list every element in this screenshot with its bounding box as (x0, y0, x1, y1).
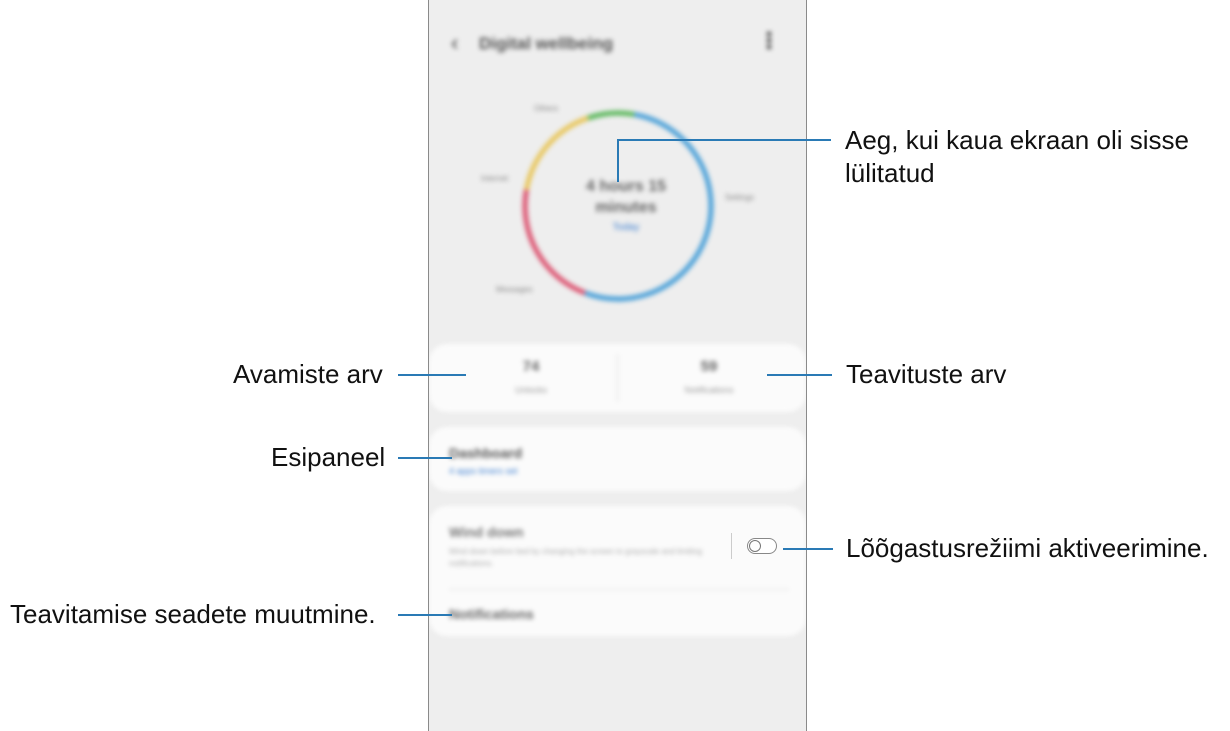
callout-line-notifications (767, 374, 832, 376)
notifications-stat[interactable]: 59 Notifications (629, 358, 789, 395)
ring-label-internet: Internet (481, 174, 509, 183)
unlocks-value: 74 (522, 358, 540, 375)
unlocks-label: Unlocks (514, 385, 547, 395)
callout-line-screen-time-vertical (617, 140, 619, 182)
screen-time-line2: minutes (595, 199, 657, 216)
notifications-label: Notifications (684, 385, 734, 395)
dashboard-subtitle: 4 apps timers set (449, 466, 518, 476)
callout-notification-settings: Teavitamise seadete muutmine. (10, 599, 376, 629)
dashboard-title: Dashboard (449, 445, 523, 461)
callout-line-unlocks (398, 374, 466, 376)
stats-divider (617, 354, 618, 402)
wind-down-toggle[interactable] (747, 538, 777, 554)
screen-time-line1: 4 hours 15 (585, 178, 667, 195)
callout-screen-time: Aeg, kui kaua ekraan oli sisse lülitatud (845, 124, 1189, 190)
callout-dashboard: Esipaneel (271, 442, 386, 472)
callout-line-notification-settings (398, 614, 452, 616)
callout-notifications: Teavituste arv (846, 359, 1007, 389)
ring-segment (587, 110, 635, 121)
ring-label-others: Others (534, 104, 559, 113)
wind-down-controls (429, 506, 806, 636)
ring-label-settings: Settings (725, 193, 754, 202)
toggle-knob (749, 540, 761, 552)
toggle-divider (731, 533, 732, 559)
ring-label-messages: Messages (496, 285, 533, 294)
callout-line-wind-down (783, 548, 833, 550)
phone-screen: ‹ Digital wellbeing ⋮ Others Internet Se… (428, 0, 807, 731)
callout-screen-time-line1: Aeg, kui kaua ekraan oli sisse (845, 125, 1189, 155)
screen-time-summary: 4 hours 15 minutes Today (551, 176, 701, 233)
stats-card: 74 Unlocks 59 Notifications (429, 344, 806, 412)
callout-wind-down: Lõõgastusrežiimi aktiveerimine. (846, 533, 1209, 563)
unlocks-stat[interactable]: 74 Unlocks (451, 358, 611, 395)
notifications-value: 59 (700, 358, 718, 375)
callout-screen-time-line2: lülitatud (845, 158, 935, 188)
screen-time-period: Today (612, 222, 640, 233)
callout-line-screen-time (617, 139, 831, 141)
callout-unlocks: Avamiste arv (233, 359, 383, 389)
dashboard-card[interactable]: Dashboard 4 apps timers set (429, 427, 806, 491)
callout-line-dashboard (398, 457, 452, 459)
